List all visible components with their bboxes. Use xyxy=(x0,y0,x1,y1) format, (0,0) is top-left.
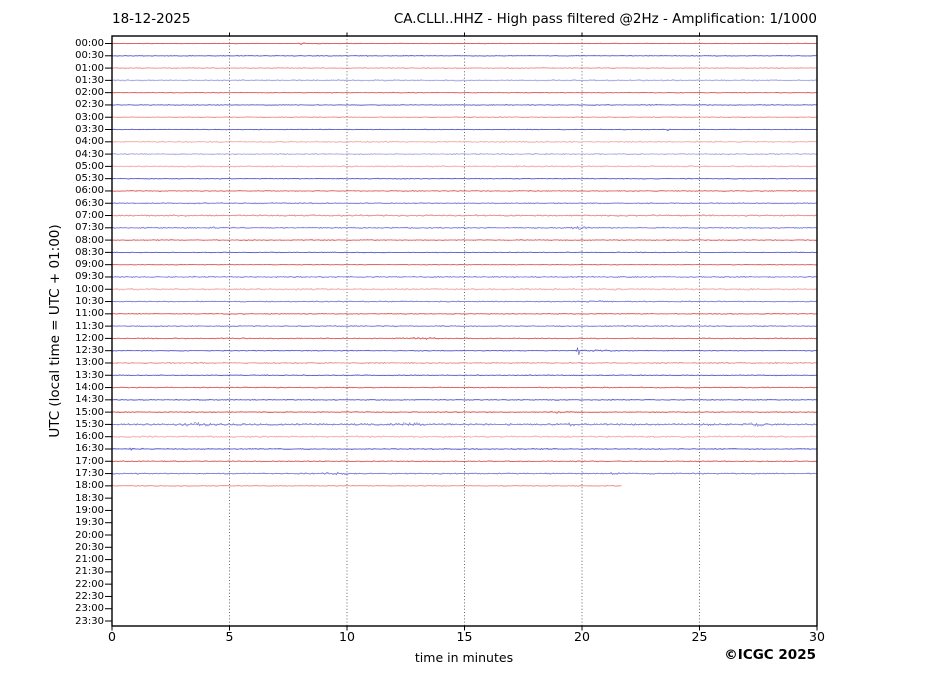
y-tick-label: 09:30 xyxy=(75,271,104,283)
trace-row xyxy=(111,398,817,401)
trace-row xyxy=(111,421,817,427)
y-tick-label: 01:00 xyxy=(75,62,104,74)
y-tick-label: 12:00 xyxy=(75,332,104,344)
trace-row xyxy=(111,300,817,303)
y-tick-label: 23:00 xyxy=(75,603,104,615)
y-tick-label: 07:00 xyxy=(75,210,104,222)
y-tick-label: 09:00 xyxy=(75,259,104,271)
y-tick-label: 18:00 xyxy=(75,480,104,492)
x-tick-label: 15 xyxy=(456,629,473,644)
trace-row xyxy=(111,287,817,291)
trace-row xyxy=(111,386,817,389)
y-tick-label: 14:30 xyxy=(75,394,104,406)
y-tick-label: 15:30 xyxy=(75,418,104,430)
y-tick-label: 19:30 xyxy=(75,517,104,529)
y-tick-label: 20:00 xyxy=(75,529,104,541)
trace-row xyxy=(111,374,817,377)
y-tick-label: 17:30 xyxy=(75,468,104,480)
y-tick-label: 02:00 xyxy=(75,87,104,99)
trace-row xyxy=(111,460,817,463)
y-tick-label: 13:30 xyxy=(75,369,104,381)
y-tick-label: 08:30 xyxy=(75,246,104,258)
y-tick-label: 13:00 xyxy=(75,357,104,369)
trace-row xyxy=(111,447,817,451)
x-axis-title: time in minutes xyxy=(414,650,514,665)
y-tick-label: 00:30 xyxy=(75,50,104,62)
trace-row xyxy=(111,225,817,230)
trace-row xyxy=(111,128,817,132)
y-tick-label: 11:30 xyxy=(75,320,104,332)
trace-row xyxy=(111,91,817,94)
y-tick-label: 05:30 xyxy=(75,173,104,185)
y-tick-label: 20:30 xyxy=(75,541,104,553)
trace-row xyxy=(111,410,817,414)
plot-date: 18-12-2025 xyxy=(112,11,191,27)
trace-row xyxy=(111,251,817,254)
y-tick-label: 08:00 xyxy=(75,234,104,246)
x-tick-label: 30 xyxy=(809,629,825,644)
y-tick-label: 06:30 xyxy=(75,197,104,209)
trace-row xyxy=(111,485,622,487)
trace-row xyxy=(111,54,817,57)
x-tick-label: 5 xyxy=(225,629,234,644)
y-tick-label: 23:30 xyxy=(75,615,104,627)
y-tick-label: 14:00 xyxy=(75,382,104,394)
y-tick-label: 04:30 xyxy=(75,148,104,160)
trace-row xyxy=(111,116,817,119)
x-tick-label: 25 xyxy=(691,629,708,644)
y-tick-label: 22:30 xyxy=(75,590,104,602)
copyright-label: ©ICGC 2025 xyxy=(724,647,816,663)
y-tick-label: 10:00 xyxy=(75,283,104,295)
trace-row xyxy=(111,190,817,192)
helicorder-figure: 18-12-2025 CA.CLLI..HHZ - High pass filt… xyxy=(0,0,927,696)
y-tick-label: 06:00 xyxy=(75,185,104,197)
y-tick-label: 15:00 xyxy=(75,406,104,418)
helicorder-plot-area xyxy=(105,32,818,631)
trace-row xyxy=(111,263,817,266)
y-tick-label: 00:00 xyxy=(75,38,104,49)
y-tick-label: 12:30 xyxy=(75,345,104,357)
y-tick-label: 04:00 xyxy=(75,136,104,148)
y-tick-label: 17:00 xyxy=(75,455,104,467)
y-tick-label: 10:30 xyxy=(75,296,104,308)
y-tick-label: 01:30 xyxy=(75,74,104,86)
trace-row xyxy=(111,165,817,168)
y-tick-label: 05:00 xyxy=(75,160,104,172)
y-tick-label: 22:00 xyxy=(75,578,104,590)
plot-title: CA.CLLI..HHZ - High pass filtered @2Hz -… xyxy=(393,11,817,27)
trace-row xyxy=(111,42,817,45)
y-tick-label: 03:00 xyxy=(75,111,104,123)
trace-row xyxy=(111,239,817,242)
y-tick-label: 19:00 xyxy=(75,504,104,516)
y-tick-label: 21:00 xyxy=(75,554,104,566)
trace-row xyxy=(111,275,817,279)
y-tick-label: 11:00 xyxy=(75,308,104,320)
y-tick-label: 21:30 xyxy=(75,566,104,578)
trace-row xyxy=(111,177,817,180)
y-tick-label: 16:30 xyxy=(75,443,104,455)
trace-row xyxy=(111,312,817,315)
trace-row xyxy=(111,67,817,69)
x-tick-label: 0 xyxy=(108,629,116,644)
y-tick-label: 18:30 xyxy=(75,492,104,504)
y-tick-label: 02:30 xyxy=(75,99,104,111)
trace-row xyxy=(111,79,817,82)
trace-row xyxy=(111,104,817,106)
y-tick-label: 03:30 xyxy=(75,124,104,135)
y-tick-label: 07:30 xyxy=(75,222,104,234)
x-tick-label: 20 xyxy=(574,629,590,644)
x-tick-label: 10 xyxy=(339,629,355,644)
y-tick-label: 16:00 xyxy=(75,431,104,443)
trace-row xyxy=(111,325,817,328)
